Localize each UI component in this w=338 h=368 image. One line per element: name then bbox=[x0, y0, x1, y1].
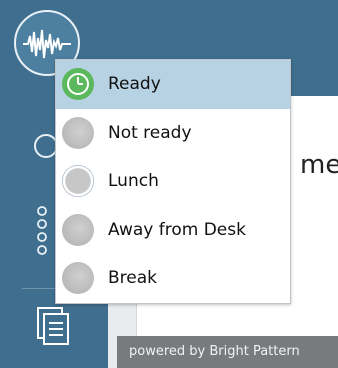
waveform-icon bbox=[23, 29, 71, 59]
status-item-ready[interactable]: Ready bbox=[56, 60, 290, 109]
status-item-label: Lunch bbox=[108, 171, 159, 192]
documents-icon[interactable] bbox=[36, 306, 72, 350]
status-item-label: Not ready bbox=[108, 122, 192, 143]
status-item-label: Away from Desk bbox=[108, 219, 246, 240]
gray-status-dot bbox=[62, 116, 94, 149]
gray-status-dot bbox=[62, 213, 94, 246]
status-item-label: Break bbox=[108, 268, 157, 289]
status-item-not-ready[interactable]: Not ready bbox=[56, 109, 290, 158]
status-item-break[interactable]: Break bbox=[56, 254, 290, 303]
status-item-lunch[interactable]: Lunch bbox=[56, 157, 290, 206]
gray-status-dot bbox=[62, 262, 94, 295]
status-item-away-from-desk[interactable]: Away from Desk bbox=[56, 206, 290, 255]
status-item-label: Ready bbox=[108, 74, 161, 95]
content-title: me bbox=[300, 150, 338, 180]
clock-icon bbox=[62, 68, 94, 101]
powered-by-footer: powered by Bright Pattern bbox=[117, 336, 338, 368]
gray-ring-status-dot bbox=[62, 165, 94, 198]
status-menu: Ready Not ready Lunch Away from Desk Bre… bbox=[55, 59, 291, 304]
